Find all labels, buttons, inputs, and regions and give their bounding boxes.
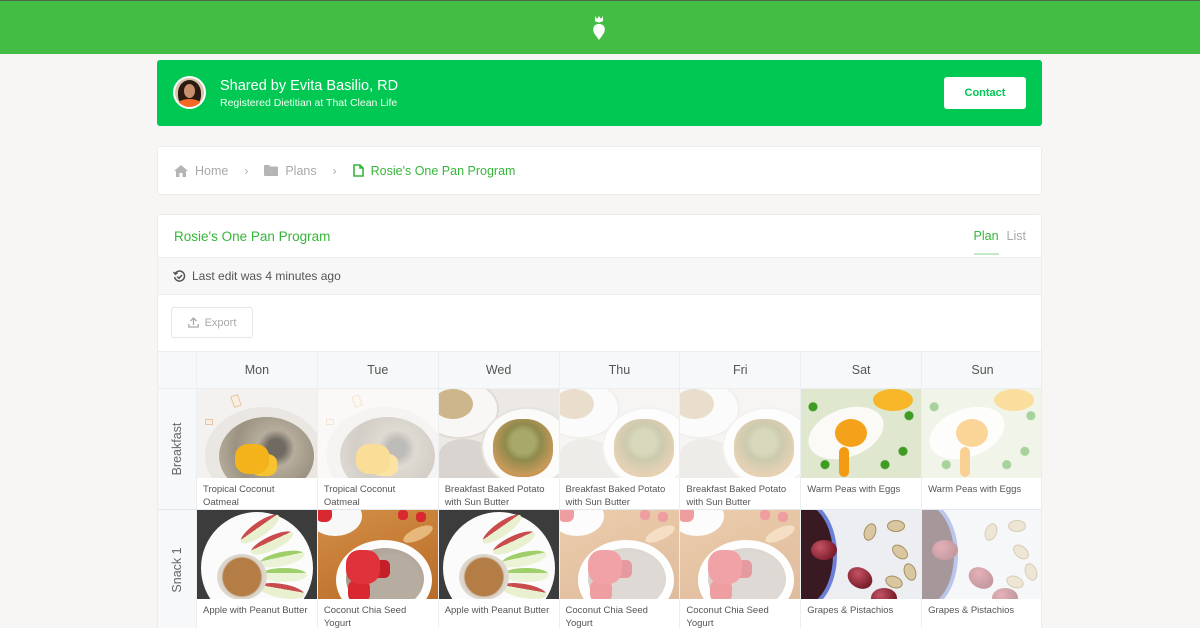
plan-title: Rosie's One Pan Program <box>174 229 331 244</box>
recipe-photo <box>922 510 1041 599</box>
recipe-photo <box>922 389 1041 478</box>
meal-cell[interactable]: Coconut Chia Seed Yogurt <box>317 510 439 628</box>
recipe-photo <box>680 389 801 478</box>
day-header: Wed <box>439 352 560 388</box>
meal-type-label: Snack 1 <box>158 510 197 628</box>
contact-button[interactable]: Contact <box>944 77 1026 109</box>
recipe-photo <box>438 510 559 599</box>
folder-icon <box>264 165 279 176</box>
meal-type-label: Breakfast <box>158 389 197 509</box>
day-header: Fri <box>680 352 802 388</box>
recipe-photo <box>680 510 801 599</box>
meal-cell[interactable]: Coconut Chia Seed Yogurt <box>680 510 802 628</box>
recipe-name: Warm Peas with Eggs <box>928 484 1022 495</box>
shared-by-banner: Shared by Evita Basilio, RD Registered D… <box>157 60 1042 126</box>
recipe-photo <box>197 510 317 599</box>
history-icon <box>173 269 186 282</box>
recipe-name: Warm Peas with Eggs <box>807 484 901 495</box>
recipe-photo <box>317 510 438 599</box>
upload-icon <box>187 317 199 328</box>
recipe-photo <box>197 389 317 478</box>
meal-cell[interactable]: Apple with Peanut Butter <box>197 510 318 628</box>
meal-cell[interactable]: Apple with Peanut Butter <box>438 510 560 628</box>
view-tabs: Plan List <box>966 229 1026 255</box>
breadcrumb: Home › Plans › Rosie's One Pan Program <box>157 146 1042 195</box>
day-header: Sat <box>801 352 923 388</box>
recipe-photo <box>559 389 680 478</box>
recipe-name: Coconut Chia Seed Yogurt <box>323 605 407 628</box>
recipe-name: Coconut Chia Seed Yogurt <box>565 605 648 628</box>
recipe-name: Tropical Coconut Oatmeal <box>323 484 396 508</box>
home-icon <box>174 164 188 177</box>
day-header: Thu <box>560 352 681 388</box>
top-nav-bar <box>0 0 1200 54</box>
chevron-right-icon: › <box>244 163 249 178</box>
recipe-name: Breakfast Baked Potato with Sun Butter <box>686 484 787 508</box>
day-header: Mon <box>197 352 318 388</box>
meal-cell[interactable]: Grapes & Pistachios <box>801 510 923 628</box>
recipe-photo <box>559 510 680 599</box>
last-edit-bar: Last edit was 4 minutes ago <box>158 257 1041 295</box>
meal-cell[interactable]: Grapes & Pistachios <box>922 510 1041 628</box>
day-header-row: Mon Tue Wed Thu Fri Sat Sun <box>158 351 1041 389</box>
recipe-photo <box>317 389 438 478</box>
day-header: Sun <box>971 363 994 377</box>
recipe-name: Breakfast Baked Potato with Sun Butter <box>444 484 545 508</box>
recipe-name: Apple with Peanut Butter <box>203 605 308 616</box>
recipe-photo <box>801 389 922 478</box>
carrot-logo-icon[interactable] <box>591 15 607 41</box>
breadcrumb-plans[interactable]: Plans <box>264 164 317 178</box>
meal-cell[interactable]: Tropical Coconut Oatmeal <box>317 389 439 509</box>
meal-plan-card: Rosie's One Pan Program Plan List Last e… <box>157 214 1042 628</box>
avatar <box>173 76 206 109</box>
meal-cell[interactable]: Breakfast Baked Potato with Sun Butter <box>438 389 560 509</box>
recipe-name: Grapes & Pistachios <box>928 605 1015 616</box>
meal-cell[interactable]: Tropical Coconut Oatmeal <box>197 389 318 509</box>
meal-row: Snack 1 Apple with Peanut Butter Coconut C… <box>158 510 1041 628</box>
recipe-photo <box>438 389 559 478</box>
tab-plan[interactable]: Plan <box>973 229 999 255</box>
meal-cell[interactable]: Warm Peas with Eggs <box>922 389 1041 509</box>
recipe-name: Apple with Peanut Butter <box>444 605 550 616</box>
grid-corner <box>158 352 197 388</box>
recipe-name: Breakfast Baked Potato with Sun Butter <box>565 484 666 508</box>
day-header: Tue <box>318 352 439 388</box>
meal-plan-grid: Mon Tue Wed Thu Fri Sat Sun Breakfast Tro… <box>158 351 1041 628</box>
last-edit-text: Last edit was 4 minutes ago <box>192 269 341 283</box>
breadcrumb-current-plan[interactable]: Rosie's One Pan Program <box>352 164 515 178</box>
meal-cell[interactable]: Breakfast Baked Potato with Sun Butter <box>680 389 802 509</box>
recipe-name: Grapes & Pistachios <box>807 605 894 616</box>
breadcrumb-home[interactable]: Home <box>174 164 228 178</box>
meal-row: Breakfast Tropical Coconut Oatmeal Tropica… <box>158 389 1041 510</box>
document-icon <box>352 164 364 177</box>
export-button[interactable]: Export <box>171 307 253 338</box>
meal-cell[interactable]: Breakfast Baked Potato with Sun Butter <box>559 389 681 509</box>
recipe-name: Coconut Chia Seed Yogurt <box>686 605 769 628</box>
recipe-name: Tropical Coconut Oatmeal <box>203 484 275 508</box>
chevron-right-icon: › <box>332 163 337 178</box>
meal-cell[interactable]: Warm Peas with Eggs <box>801 389 923 509</box>
shared-by-title: Shared by Evita Basilio, RD <box>220 78 399 94</box>
shared-by-subtitle: Registered Dietitian at That Clean Life <box>220 97 398 109</box>
recipe-photo <box>801 510 922 599</box>
meal-cell[interactable]: Coconut Chia Seed Yogurt <box>559 510 681 628</box>
tab-list[interactable]: List <box>1007 229 1026 255</box>
